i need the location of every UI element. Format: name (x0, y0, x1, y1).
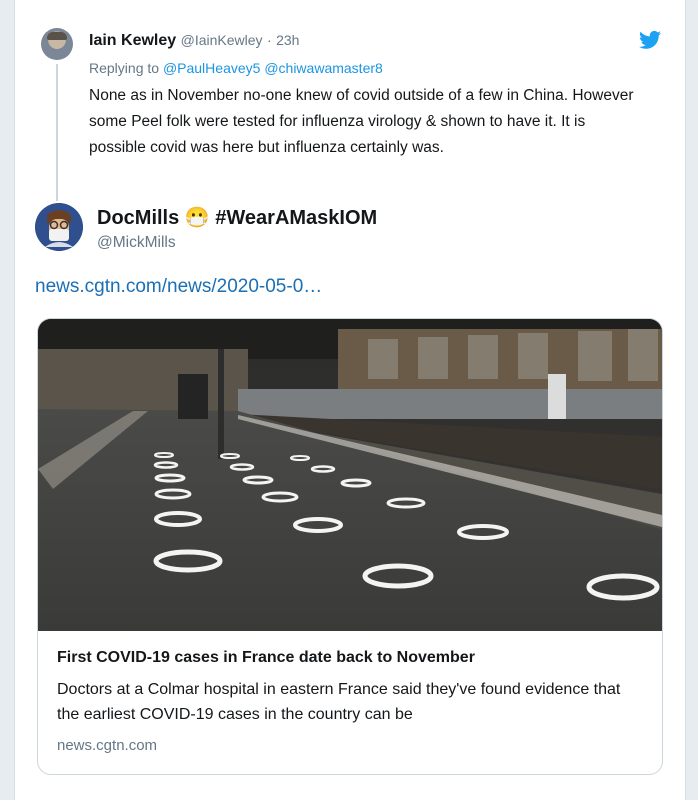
twitter-bird-icon[interactable] (639, 30, 661, 50)
hashtag: #WearAMaskIOM (215, 207, 378, 229)
tweet-card: Iain Kewley @IainKewley · 23h Replying t… (14, 0, 686, 800)
thread-line (56, 64, 58, 201)
link-preview-card[interactable]: First COVID-19 cases in France date back… (37, 318, 663, 775)
quoted-author-handle[interactable]: @MickMills (97, 234, 176, 252)
article-description: Doctors at a Colmar hospital in eastern … (57, 681, 621, 723)
replying-prefix: Replying to (89, 60, 160, 76)
replying-to: Replying to @PaulHeavey5 @chiwawamaster8 (89, 60, 383, 76)
mask-emoji-icon: 😷 (184, 207, 210, 229)
article-link[interactable]: news.cgtn.com/news/2020-05-0… (35, 276, 322, 298)
quoted-author-name[interactable]: DocMills 😷 #WearAMaskIOM (97, 205, 377, 230)
tweet-header: Iain Kewley @IainKewley · 23h (89, 32, 299, 50)
author-name[interactable]: Iain Kewley (89, 32, 176, 49)
time-separator: · (266, 32, 272, 48)
article-title: First COVID-19 cases in France date back… (57, 649, 475, 666)
article-photo (38, 319, 662, 631)
article-domain: news.cgtn.com (57, 737, 158, 754)
tweet-text: None as in November no-one knew of covid… (89, 87, 634, 156)
tweet-time[interactable]: 23h (276, 32, 299, 48)
avatar-docmills[interactable] (35, 203, 83, 251)
mention-link[interactable]: @PaulHeavey5 (163, 60, 261, 76)
quoted-name: DocMills (97, 207, 180, 229)
author-handle[interactable]: @IainKewley (181, 32, 263, 48)
mention-link[interactable]: @chiwawamaster8 (264, 60, 382, 76)
avatar-iain-kewley[interactable] (41, 28, 73, 60)
